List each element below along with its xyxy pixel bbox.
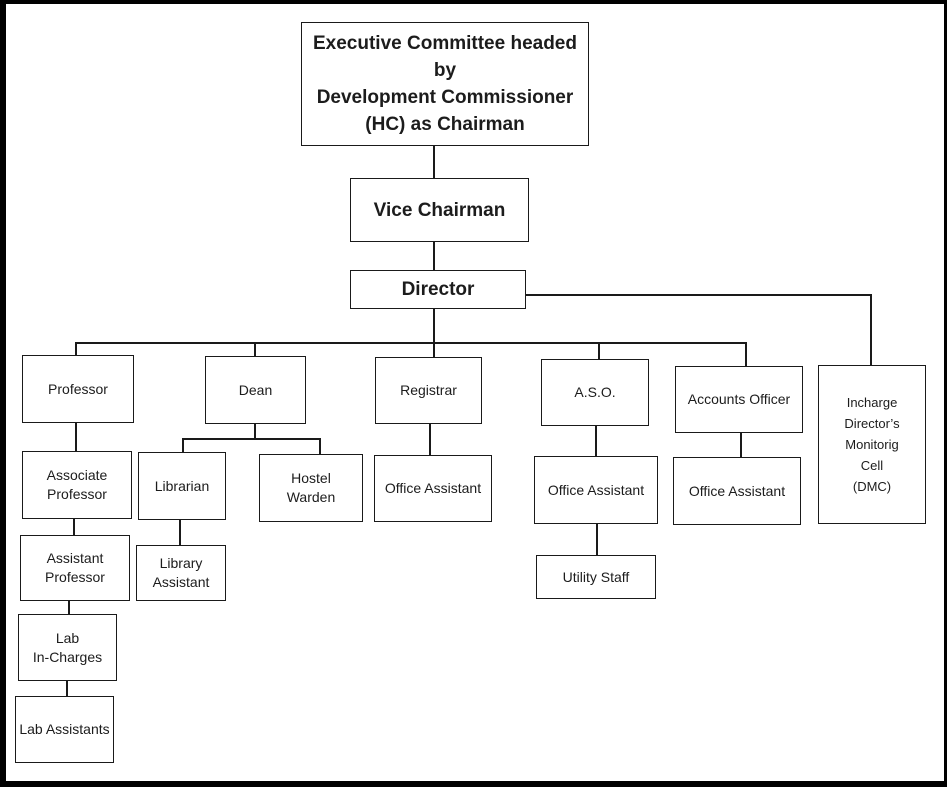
node-label: Incharge Director’s Monitorig Cell (DMC)	[844, 395, 900, 494]
node-label: Lab In-Charges	[32, 629, 103, 665]
connector-vice-to-director	[433, 241, 435, 270]
node-label: Vice Chairman	[373, 199, 506, 221]
connector-librarian-to-libassistant	[179, 519, 181, 545]
node-label: Librarian	[154, 477, 210, 494]
node-label: Hostel Warden	[286, 470, 336, 505]
connector-bus-to-registrar	[433, 342, 435, 357]
connector-bus-to-professor	[75, 342, 77, 355]
node-utility-staff: Utility Staff	[536, 555, 656, 599]
node-label: Professor	[48, 380, 108, 397]
node-registrar: Registrar	[375, 357, 482, 424]
node-aso-office-assistant: Office Assistant	[534, 456, 658, 524]
node-label: Lab Assistants	[19, 721, 110, 737]
connector-associate-to-assistant	[73, 518, 75, 535]
node-label: Executive Committee headed by Developmen…	[313, 33, 577, 135]
connector-director-to-bus	[433, 308, 435, 342]
connector-bus-to-dean	[254, 342, 256, 356]
org-chart-canvas: Executive Committee headed by Developmen…	[6, 4, 944, 781]
node-label: Associate Professor	[46, 467, 108, 502]
node-vice-chairman: Vice Chairman	[350, 178, 529, 242]
connector-director-to-dmc-vertical	[870, 294, 872, 365]
node-label: Dean	[238, 381, 273, 398]
connector-bus-to-aso	[598, 342, 600, 359]
node-label: Utility Staff	[562, 568, 630, 585]
node-label: A.S.O.	[574, 384, 616, 400]
node-lab-assistants: Lab Assistants	[15, 696, 114, 763]
node-assistant-professor: Assistant Professor	[20, 535, 130, 601]
connector-accounts-to-officeassistant	[740, 432, 742, 457]
node-accounts-office-assistant: Office Assistant	[673, 457, 801, 525]
node-label: Office Assistant	[688, 482, 786, 499]
connector-subbus-to-librarian	[182, 438, 184, 452]
node-executive-committee: Executive Committee headed by Developmen…	[301, 22, 589, 146]
connector-officeassistant-to-utility	[596, 523, 598, 555]
node-label: Office Assistant	[384, 480, 482, 496]
node-label: Director	[401, 279, 475, 300]
connector-exec-to-vice	[433, 145, 435, 178]
node-label: Accounts Officer	[687, 391, 791, 407]
connector-labincharge-to-labassistants	[66, 680, 68, 696]
node-registrar-office-assistant: Office Assistant	[374, 455, 492, 522]
connector-professor-to-associate	[75, 422, 77, 451]
node-director: Director	[350, 270, 526, 309]
connector-bus-to-accounts	[745, 342, 747, 366]
connector-main-bus	[75, 342, 746, 344]
node-label: Assistant Professor	[45, 550, 105, 585]
node-aso: A.S.O.	[541, 359, 649, 426]
node-label: Registrar	[400, 382, 457, 398]
node-dean: Dean	[205, 356, 306, 424]
node-library-assistant: Library Assistant	[136, 545, 226, 601]
connector-assistant-to-labincharge	[68, 600, 70, 614]
connector-registrar-to-officeassistant	[429, 423, 431, 455]
node-label: Office Assistant	[547, 481, 645, 498]
connector-dean-to-subbus	[254, 423, 256, 438]
node-librarian: Librarian	[138, 452, 226, 520]
node-label: Library Assistant	[152, 555, 210, 590]
node-professor: Professor	[22, 355, 134, 423]
node-hostel-warden: Hostel Warden	[259, 454, 363, 522]
node-dmc: Incharge Director’s Monitorig Cell (DMC)	[818, 365, 926, 524]
connector-aso-to-officeassistant	[595, 425, 597, 456]
connector-director-to-dmc-horizontal	[525, 294, 871, 296]
connector-subbus-to-warden	[319, 438, 321, 454]
connector-dean-subbus	[182, 438, 320, 440]
node-associate-professor: Associate Professor	[22, 451, 132, 519]
node-accounts-officer: Accounts Officer	[675, 366, 803, 433]
node-lab-in-charges: Lab In-Charges	[18, 614, 117, 681]
